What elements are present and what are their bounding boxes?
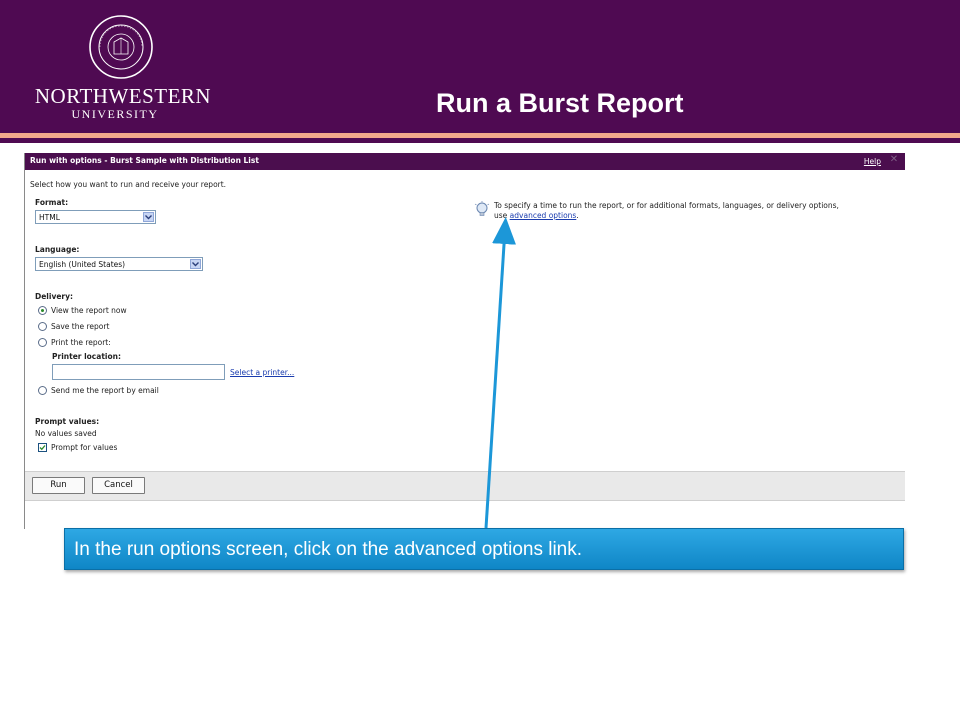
- header-banner: NORTHWESTERN UNIVERSITY Run a Burst Repo…: [0, 0, 960, 133]
- delivery-label: Delivery:: [35, 292, 74, 301]
- run-button[interactable]: Run: [32, 477, 85, 494]
- delivery-option-label: View the report now: [51, 306, 127, 315]
- cancel-button[interactable]: Cancel: [92, 477, 145, 494]
- close-icon[interactable]: ✕: [889, 155, 899, 165]
- format-select-value: HTML: [39, 213, 60, 222]
- advanced-options-tip: To specify a time to run the report, or …: [494, 201, 854, 220]
- dialog-title: Run with options - Burst Sample with Dis…: [30, 156, 259, 165]
- printer-location-label: Printer location:: [52, 352, 121, 361]
- chevron-down-icon[interactable]: [143, 212, 154, 222]
- dialog-footer: Run Cancel: [25, 471, 905, 501]
- printer-location-input[interactable]: [52, 364, 225, 380]
- prompt-for-values-checkbox[interactable]: [38, 443, 47, 452]
- advanced-options-link[interactable]: advanced options: [510, 211, 577, 220]
- university-name: NORTHWESTERN: [34, 84, 212, 108]
- format-select[interactable]: HTML: [35, 210, 156, 224]
- lightbulb-icon: [474, 201, 490, 216]
- prompt-values-label: Prompt values:: [35, 417, 100, 426]
- prompt-values-status: No values saved: [35, 429, 97, 438]
- university-seal-icon: [89, 15, 153, 79]
- chevron-down-icon[interactable]: [190, 259, 201, 269]
- format-label: Format:: [35, 198, 69, 207]
- dialog-instruction: Select how you want to run and receive y…: [30, 180, 227, 189]
- delivery-option-label: Save the report: [51, 322, 110, 331]
- delivery-option-label: Send me the report by email: [51, 386, 159, 395]
- dialog-titlebar: Run with options - Burst Sample with Dis…: [25, 153, 905, 170]
- language-select[interactable]: English (United States): [35, 257, 203, 271]
- select-printer-link[interactable]: Select a printer...: [230, 368, 294, 377]
- language-label: Language:: [35, 245, 80, 254]
- tip-tail: .: [576, 210, 579, 220]
- language-select-value: English (United States): [39, 260, 126, 269]
- slide-title: Run a Burst Report: [436, 88, 684, 118]
- instruction-callout: In the run options screen, click on the …: [64, 528, 904, 570]
- help-link[interactable]: Help: [864, 157, 881, 166]
- checkmark-icon: [39, 445, 46, 451]
- run-options-dialog: Run with options - Burst Sample with Dis…: [25, 153, 905, 529]
- delivery-radio-view-now[interactable]: [38, 306, 47, 315]
- delivery-radio-email[interactable]: [38, 386, 47, 395]
- delivery-radio-print[interactable]: [38, 338, 47, 347]
- university-sub: UNIVERSITY: [71, 107, 159, 121]
- header-stripe-purple: [0, 138, 960, 143]
- delivery-radio-save[interactable]: [38, 322, 47, 331]
- callout-text: In the run options screen, click on the …: [74, 539, 583, 560]
- prompt-for-values-label: Prompt for values: [51, 443, 118, 452]
- delivery-option-label: Print the report:: [51, 338, 111, 347]
